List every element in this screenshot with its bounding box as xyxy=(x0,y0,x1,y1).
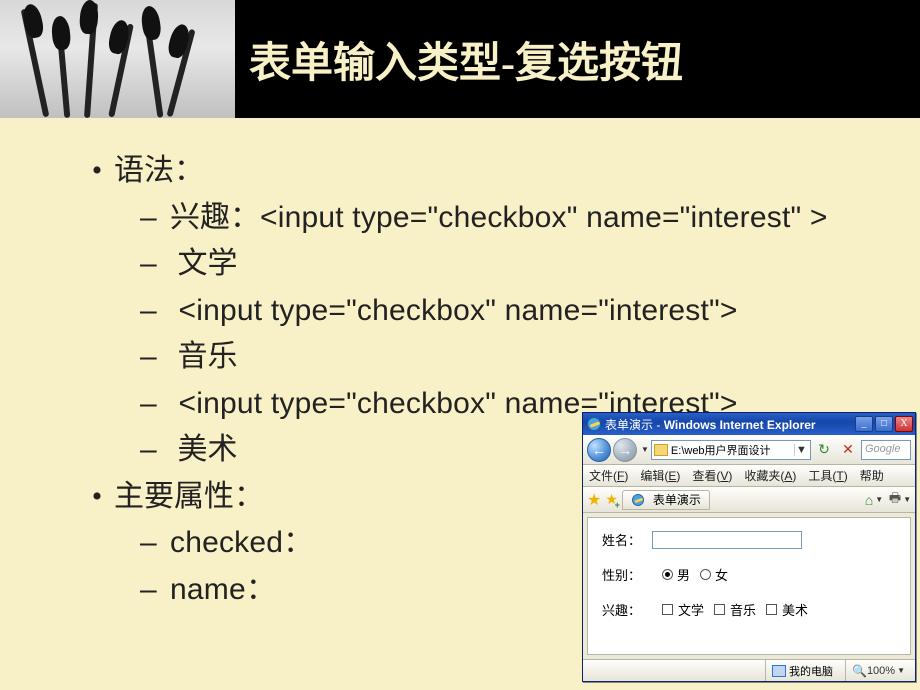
menu-view[interactable]: 查看(V) xyxy=(692,467,732,484)
maximize-button[interactable]: □ xyxy=(875,416,893,432)
syntax-line-3: <input type="checkbox" name="interest"> xyxy=(170,288,860,335)
form-row-gender: 性别： 男 女 xyxy=(602,565,896,584)
menu-edit[interactable]: 编辑(E) xyxy=(640,467,680,484)
checkbox-music-label: 音乐 xyxy=(730,600,756,619)
ie-logo-icon xyxy=(587,417,601,431)
checkbox-literature[interactable] xyxy=(662,604,673,615)
slide-title: 表单输入类型-复选按钮 xyxy=(235,29,683,90)
checkbox-art[interactable] xyxy=(766,604,777,615)
tab-label: 表单演示 xyxy=(653,491,701,508)
radio-male-label: 男 xyxy=(677,565,690,584)
print-button[interactable]: 🖶▼ xyxy=(889,489,911,511)
forward-button[interactable]: → xyxy=(613,438,637,462)
ie-statusbar: 我的电脑 🔍 100% ▼ xyxy=(583,659,915,681)
zoom-dropdown-icon[interactable]: ▼ xyxy=(897,666,905,675)
radio-female-label: 女 xyxy=(715,565,728,584)
syntax-line-1: 兴趣：<input type="checkbox" name="interest… xyxy=(170,195,860,242)
status-zone[interactable]: 我的电脑 xyxy=(765,660,839,681)
stop-button[interactable]: ✕ xyxy=(837,439,859,461)
my-computer-icon xyxy=(772,665,786,677)
syntax-line-2: 文学 xyxy=(170,241,860,288)
slide-header: 表单输入类型-复选按钮 xyxy=(0,0,920,118)
nav-history-dropdown[interactable]: ▼ xyxy=(641,445,649,454)
tab-favicon-icon xyxy=(632,494,644,506)
minimize-button[interactable]: _ xyxy=(855,416,873,432)
form-row-name: 姓名： xyxy=(602,530,896,549)
zoom-icon: 🔍 xyxy=(852,664,867,678)
menu-favorites[interactable]: 收藏夹(A) xyxy=(744,467,796,484)
syntax-line-4: 音乐 xyxy=(170,334,860,381)
address-dropdown-icon[interactable]: ▼ xyxy=(794,444,808,456)
address-bar[interactable]: E:\web用户界面设计 ▼ xyxy=(651,440,811,460)
back-button[interactable]: ← xyxy=(587,438,611,462)
form-row-interest: 兴趣： 文学 音乐 美术 xyxy=(602,600,896,619)
zoom-value: 100% xyxy=(867,665,895,677)
ie-nav-toolbar: ← → ▼ E:\web用户界面设计 ▼ ↻ ✕ Google xyxy=(583,435,915,465)
search-input[interactable]: Google xyxy=(861,440,911,460)
radio-male[interactable] xyxy=(662,569,673,580)
ie-titlebar[interactable]: 表单演示 - Windows Internet Explorer _ □ X xyxy=(583,413,915,435)
name-input[interactable] xyxy=(652,531,802,549)
refresh-button[interactable]: ↻ xyxy=(813,439,835,461)
folder-icon xyxy=(654,444,668,456)
menu-help[interactable]: 帮助 xyxy=(860,467,884,484)
favorites-icon[interactable]: ★ xyxy=(587,490,601,510)
page-content: 姓名： 性别： 男 女 兴趣： 文学 音乐 美术 xyxy=(587,517,911,655)
menu-file[interactable]: 文件(F) xyxy=(589,467,628,484)
add-favorite-icon[interactable]: ★ xyxy=(605,491,618,508)
status-zoom[interactable]: 🔍 100% ▼ xyxy=(845,660,911,681)
decorative-wheat-image xyxy=(0,0,235,118)
close-button[interactable]: X xyxy=(895,416,913,432)
browser-tab[interactable]: 表单演示 xyxy=(622,490,710,510)
radio-female[interactable] xyxy=(700,569,711,580)
address-text: E:\web用户界面设计 xyxy=(671,442,794,458)
gender-label: 性别： xyxy=(602,565,652,584)
ie-window: 表单演示 - Windows Internet Explorer _ □ X ←… xyxy=(582,412,916,682)
checkbox-music[interactable] xyxy=(714,604,725,615)
interest-label: 兴趣： xyxy=(602,600,652,619)
ie-menubar: 文件(F) 编辑(E) 查看(V) 收藏夹(A) 工具(T) 帮助 xyxy=(583,465,915,487)
ie-title-app: Windows Internet Explorer xyxy=(664,418,816,432)
ie-tab-toolbar: ★ ★ 表单演示 ⌂▼ 🖶▼ xyxy=(583,487,915,513)
section-syntax-heading: 语法： xyxy=(114,148,860,195)
menu-tools[interactable]: 工具(T) xyxy=(808,467,847,484)
ie-titlebar-text: 表单演示 - Windows Internet Explorer xyxy=(605,416,816,433)
status-zone-text: 我的电脑 xyxy=(789,663,833,679)
name-label: 姓名： xyxy=(602,530,652,549)
home-button[interactable]: ⌂▼ xyxy=(863,489,885,511)
ie-title-page: 表单演示 xyxy=(605,418,653,432)
checkbox-art-label: 美术 xyxy=(782,600,808,619)
checkbox-literature-label: 文学 xyxy=(678,600,704,619)
